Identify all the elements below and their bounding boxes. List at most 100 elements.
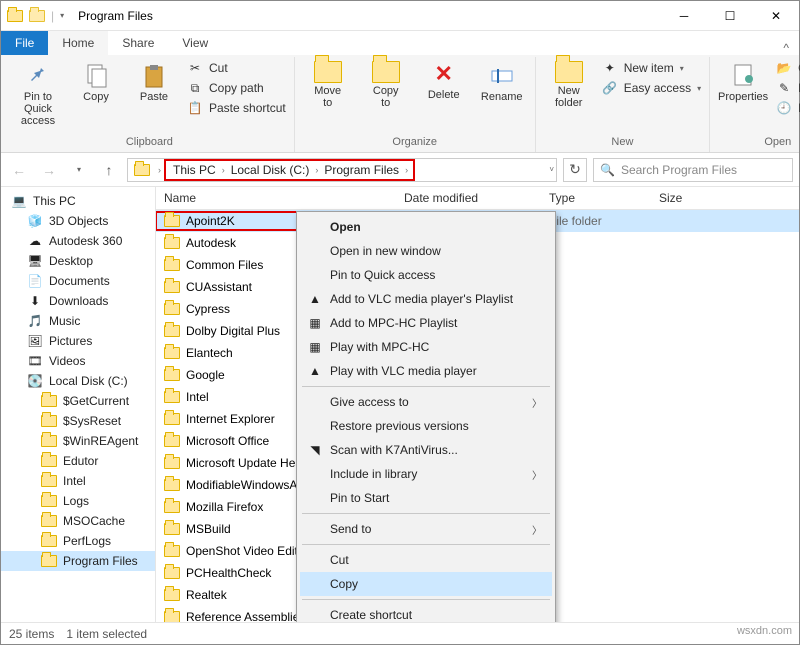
folder-icon [41, 493, 57, 509]
tree-local-disk-c-[interactable]: 💽Local Disk (C:) [1, 371, 155, 391]
tree-videos[interactable]: 🎞Videos [1, 351, 155, 371]
nav-up-button[interactable]: ↑ [97, 158, 121, 182]
nav-back-button[interactable]: ← [7, 158, 31, 182]
crumb-sep[interactable]: › [313, 165, 320, 175]
move-to-button[interactable]: Move to [301, 59, 355, 111]
rename-button[interactable]: Rename [475, 59, 529, 105]
qat-open-icon[interactable] [29, 10, 45, 22]
tree-edutor[interactable]: Edutor [1, 451, 155, 471]
nav-forward-button[interactable]: → [37, 158, 61, 182]
mpc-icon: ▦ [306, 314, 324, 332]
tree-msocache[interactable]: MSOCache [1, 511, 155, 531]
breadcrumb-local-disk-c-[interactable]: Local Disk (C:) [227, 161, 314, 179]
menu-pin-to-start[interactable]: Pin to Start [300, 486, 552, 510]
maximize-button[interactable]: ☐ [707, 1, 753, 31]
menu-create-shortcut[interactable]: Create shortcut [300, 603, 552, 622]
crumb-sep[interactable]: › [403, 165, 410, 175]
new-folder-icon [555, 61, 583, 83]
refresh-button[interactable]: ↻ [563, 158, 587, 182]
paste-shortcut-button[interactable]: 📋Paste shortcut [185, 99, 288, 117]
breadcrumb-program-files[interactable]: Program Files [320, 161, 403, 179]
col-date[interactable]: Date modified [396, 187, 541, 209]
tree-3d-objects[interactable]: 🧊3D Objects [1, 211, 155, 231]
tree-pictures[interactable]: 🖼Pictures [1, 331, 155, 351]
menu-pin-to-quick-access[interactable]: Pin to Quick access [300, 263, 552, 287]
search-box[interactable]: 🔍 Search Program Files [593, 158, 793, 182]
address-bar[interactable]: › This PC›Local Disk (C:)›Program Files›… [127, 158, 557, 182]
folder-icon [41, 533, 57, 549]
menu-send-to[interactable]: Send to〉 [300, 517, 552, 541]
copy-path-icon: ⧉ [187, 80, 203, 96]
tree-this-pc[interactable]: 💻This PC [1, 191, 155, 211]
folder-icon [41, 413, 57, 429]
k7-icon: ◥ [306, 441, 324, 459]
tree-music[interactable]: 🎵Music [1, 311, 155, 331]
menu-restore-previous-versions[interactable]: Restore previous versions [300, 414, 552, 438]
properties-button[interactable]: Properties [716, 59, 770, 105]
tree-desktop[interactable]: 🖥Desktop [1, 251, 155, 271]
menu-include-in-library[interactable]: Include in library〉 [300, 462, 552, 486]
menu-open-in-new-window[interactable]: Open in new window [300, 239, 552, 263]
open-button[interactable]: 📂Open▾ [774, 59, 800, 77]
copy-to-button[interactable]: Copy to [359, 59, 413, 111]
breadcrumb-this-pc[interactable]: This PC [169, 161, 220, 179]
menu-add-to-mpc-hc-playlist[interactable]: ▦Add to MPC-HC Playlist [300, 311, 552, 335]
copy-path-button[interactable]: ⧉Copy path [185, 79, 288, 97]
nav-recent-button[interactable]: ▾ [67, 158, 91, 182]
content-area: 💻This PC🧊3D Objects☁Autodesk 360🖥Desktop… [1, 187, 799, 622]
folder-icon [164, 567, 180, 579]
tree--winreagent[interactable]: $WinREAgent [1, 431, 155, 451]
tree--getcurrent[interactable]: $GetCurrent [1, 391, 155, 411]
folder-icon [164, 369, 180, 381]
cut-button[interactable]: ✂Cut [185, 59, 288, 77]
tab-file[interactable]: File [1, 31, 48, 55]
qat-dropdown-icon[interactable]: ▾ [60, 11, 64, 20]
menu-play-with-vlc-media-player[interactable]: ▲Play with VLC media player [300, 359, 552, 383]
easy-access-button[interactable]: 🔗Easy access▾ [600, 79, 703, 97]
ribbon-collapse-icon[interactable]: ^ [773, 41, 799, 55]
menu-scan-with-k7antivirus-[interactable]: ◥Scan with K7AntiVirus... [300, 438, 552, 462]
menu-add-to-vlc-media-player-s-playlist[interactable]: ▲Add to VLC media player's Playlist [300, 287, 552, 311]
edit-button[interactable]: ✎Edit [774, 79, 800, 97]
history-button[interactable]: 🕘History [774, 99, 800, 117]
tree-autodesk-360[interactable]: ☁Autodesk 360 [1, 231, 155, 251]
column-headers: Name Date modified Type Size [156, 187, 799, 210]
tree-downloads[interactable]: ⬇Downloads [1, 291, 155, 311]
tab-home[interactable]: Home [48, 31, 108, 55]
tab-view[interactable]: View [168, 31, 222, 55]
menu-copy[interactable]: Copy [300, 572, 552, 596]
delete-button[interactable]: ✕Delete [417, 59, 471, 103]
address-dropdown[interactable]: ˅ [549, 165, 554, 174]
minimize-button[interactable]: ─ [661, 1, 707, 31]
search-placeholder: Search Program Files [621, 163, 737, 177]
tab-share[interactable]: Share [108, 31, 168, 55]
menu-give-access-to[interactable]: Give access to〉 [300, 390, 552, 414]
tree--sysreset[interactable]: $SysReset [1, 411, 155, 431]
tree-logs[interactable]: Logs [1, 491, 155, 511]
menu-cut[interactable]: Cut [300, 548, 552, 572]
crumb-sep[interactable]: › [220, 165, 227, 175]
copy-button[interactable]: Copy [69, 59, 123, 105]
new-folder-button[interactable]: New folder [542, 59, 596, 111]
3d-icon: 🧊 [27, 213, 43, 229]
col-type[interactable]: Type [541, 187, 651, 209]
close-button[interactable]: ✕ [753, 1, 799, 31]
move-icon [314, 61, 342, 83]
tree-program-files[interactable]: Program Files [1, 551, 155, 571]
file-list[interactable]: Name Date modified Type Size Apoint2K21-… [156, 187, 799, 622]
crumb-sep[interactable]: › [156, 165, 163, 175]
folder-icon [164, 435, 180, 447]
col-name[interactable]: Name [156, 187, 396, 209]
tree-perflogs[interactable]: PerfLogs [1, 531, 155, 551]
tree-documents[interactable]: 📄Documents [1, 271, 155, 291]
col-size[interactable]: Size [651, 187, 731, 209]
new-item-button[interactable]: ✦New item▾ [600, 59, 703, 77]
paste-button[interactable]: Paste [127, 59, 181, 105]
disk-icon: 💽 [27, 373, 43, 389]
nav-tree[interactable]: 💻This PC🧊3D Objects☁Autodesk 360🖥Desktop… [1, 187, 156, 622]
tree-intel[interactable]: Intel [1, 471, 155, 491]
watermark: wsxdn.com [737, 625, 792, 637]
menu-open[interactable]: Open [300, 215, 552, 239]
menu-play-with-mpc-hc[interactable]: ▦Play with MPC-HC [300, 335, 552, 359]
pin-quick-access-button[interactable]: Pin to Quick access [11, 59, 65, 129]
